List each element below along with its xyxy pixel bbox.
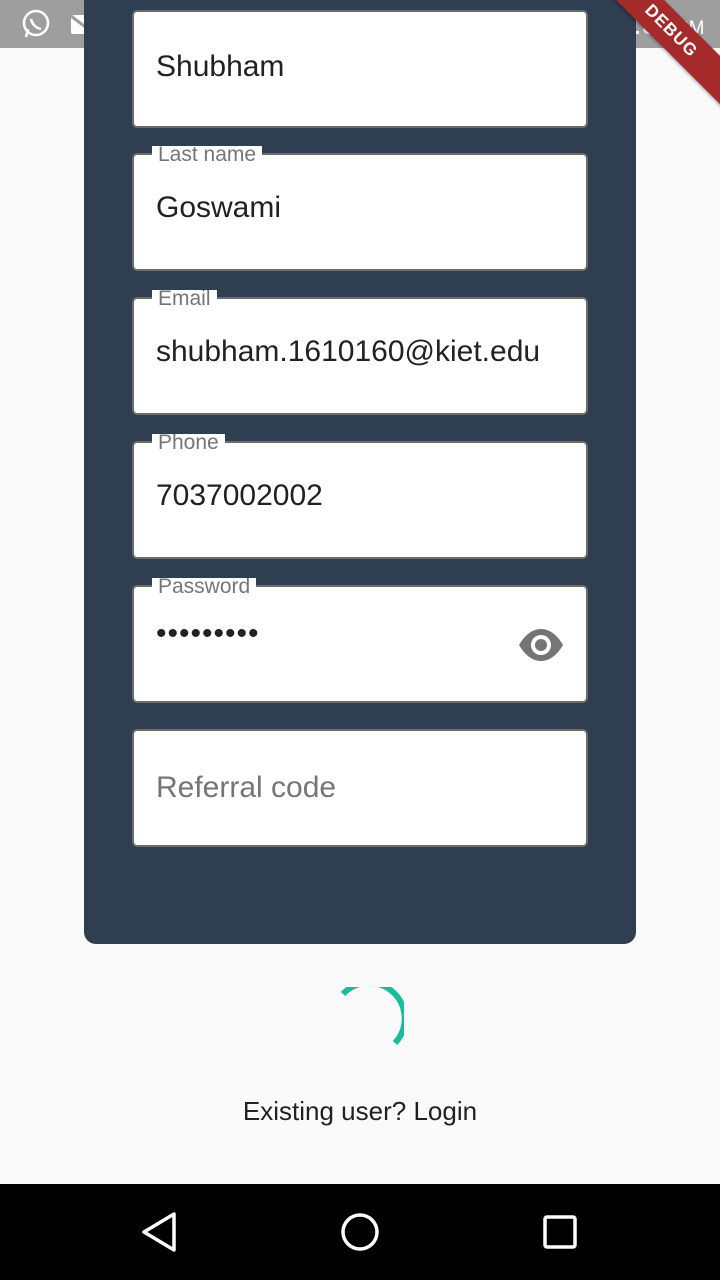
whatsapp-icon	[20, 8, 52, 40]
last-name-field[interactable]: Last name Goswami	[132, 146, 588, 271]
last-name-value: Goswami	[156, 191, 282, 224]
referral-code-placeholder: Referral code	[156, 771, 337, 804]
phone-label: Phone	[152, 434, 225, 452]
referral-code-field[interactable]: Referral code	[132, 729, 588, 847]
email-value: shubham.1610160@kiet.edu	[156, 335, 541, 368]
loading-spinner	[320, 979, 408, 1071]
registration-card: Shubham Last name Goswami Email shubham.…	[84, 0, 636, 944]
eye-icon[interactable]	[518, 625, 564, 665]
password-field[interactable]: Password •••••••••	[132, 578, 588, 703]
recents-icon[interactable]	[534, 1206, 586, 1258]
phone-value: 7037002002	[156, 479, 323, 512]
navigation-bar	[0, 1184, 720, 1280]
last-name-label: Last name	[152, 146, 263, 164]
existing-user-login-link[interactable]: Existing user? Login	[0, 1096, 720, 1127]
email-field[interactable]: Email shubham.1610160@kiet.edu	[132, 290, 588, 415]
email-label: Email	[152, 290, 217, 308]
first-name-field[interactable]: Shubham	[132, 10, 588, 128]
home-icon[interactable]	[334, 1206, 386, 1258]
password-label: Password	[152, 578, 257, 596]
back-icon[interactable]	[134, 1206, 186, 1258]
first-name-value: Shubham	[156, 50, 285, 83]
phone-field[interactable]: Phone 7037002002	[132, 434, 588, 559]
password-value: •••••••••	[156, 617, 260, 650]
